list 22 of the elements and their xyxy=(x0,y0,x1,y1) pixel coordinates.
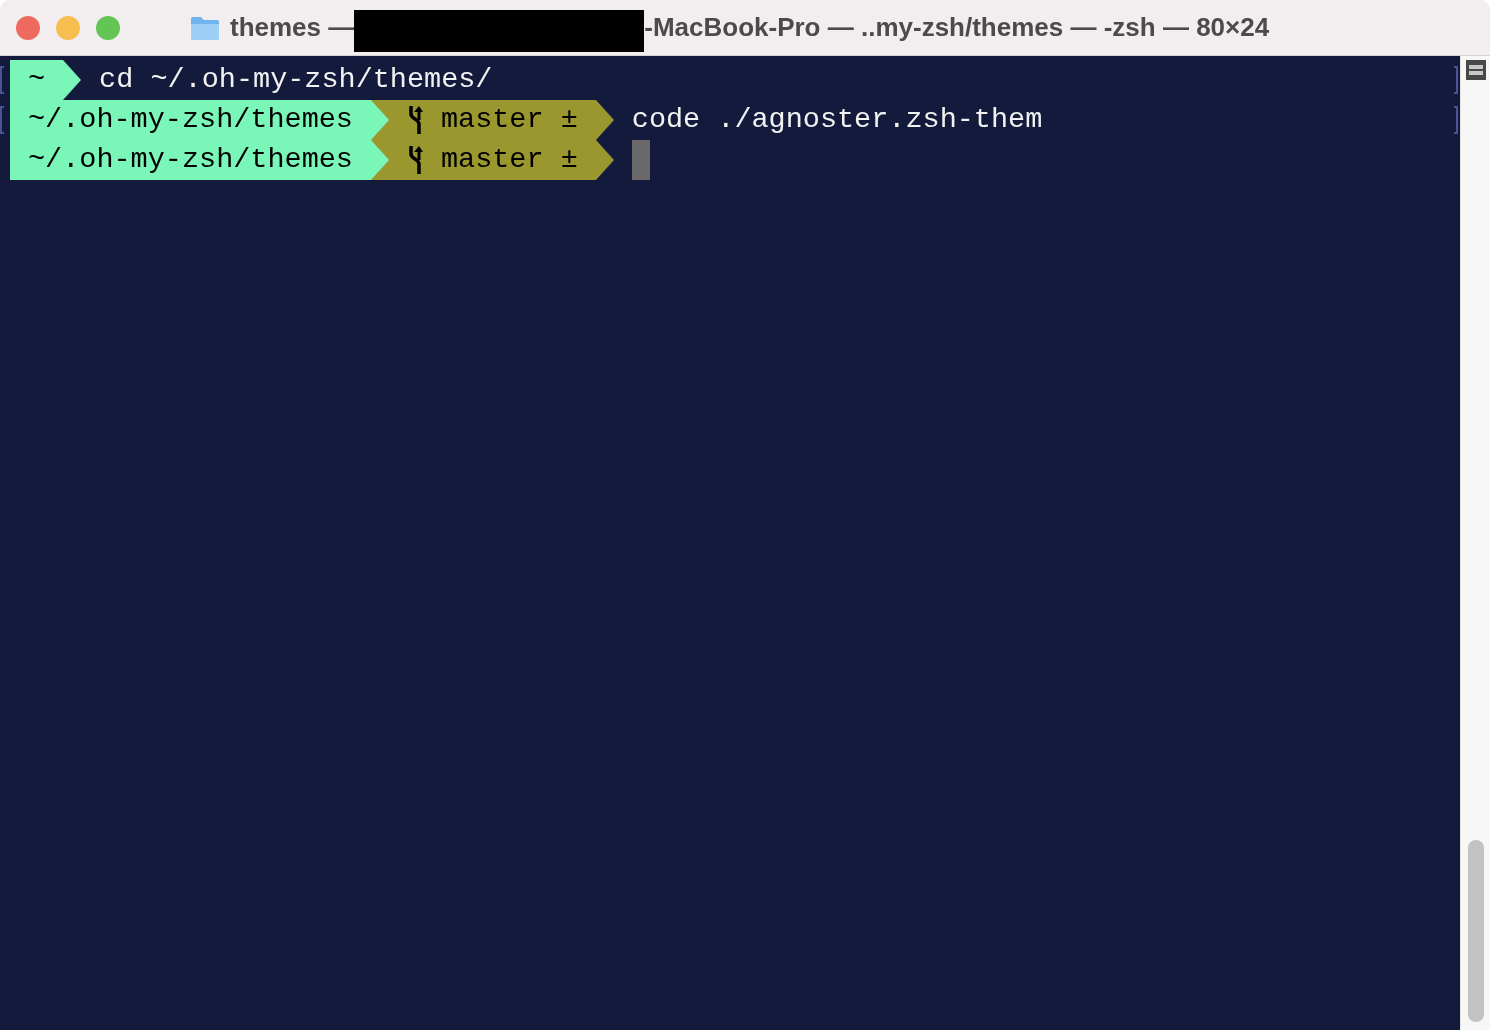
line-mark-icon xyxy=(1454,106,1458,134)
window-title: themes — xyxy=(230,11,355,44)
cursor xyxy=(631,140,650,180)
command-text: code ./agnoster.zsh-them xyxy=(631,102,1043,138)
scrollbar-thumb[interactable] xyxy=(1467,840,1484,1022)
window-title: -MacBook-Pro — ..my-zsh/themes — -zsh — 80×24 xyxy=(644,11,1270,44)
prompt-text: ~/.oh-my-zsh/themes xyxy=(28,142,353,178)
command-text: cd ~/.oh-my-zsh/themes/ xyxy=(99,62,493,98)
branch-icon xyxy=(406,144,423,176)
minimize-button[interactable] xyxy=(56,15,80,40)
zoom-button[interactable] xyxy=(96,15,120,40)
close-button[interactable] xyxy=(16,15,40,40)
prompt-text: ~ xyxy=(28,62,46,98)
prompt-text: master ± xyxy=(440,102,578,138)
line-mark-icon xyxy=(0,106,4,134)
line-mark-icon xyxy=(1454,66,1458,94)
folder-icon xyxy=(190,14,220,41)
line-mark-icon xyxy=(0,66,4,94)
prompt-text: ~/.oh-my-zsh/themes xyxy=(28,102,353,138)
prompt-text: master ± xyxy=(440,142,578,178)
branch-icon xyxy=(406,104,423,136)
menu-icon[interactable] xyxy=(1465,60,1486,80)
